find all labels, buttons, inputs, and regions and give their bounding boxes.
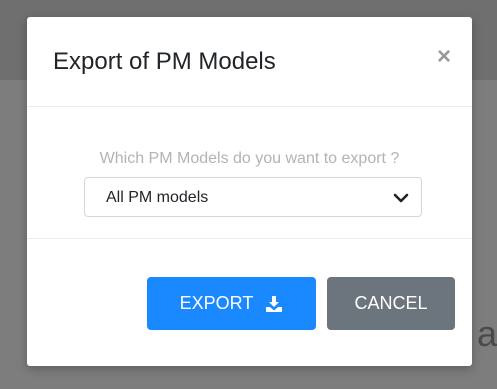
select-value: All PM models bbox=[106, 189, 209, 206]
cancel-button[interactable]: CANCEL bbox=[327, 277, 455, 330]
export-question: Which PM Models do you want to export ? bbox=[99, 150, 400, 167]
export-dialog: Export of PM Models × Which PM Models do… bbox=[27, 17, 472, 366]
close-icon: × bbox=[436, 43, 451, 70]
dialog-title: Export of PM Models bbox=[53, 48, 276, 75]
dialog-footer: EXPORT CANCEL bbox=[27, 239, 472, 366]
download-icon bbox=[266, 295, 283, 312]
pm-models-select[interactable]: All PM models bbox=[84, 177, 422, 217]
backdrop-partial-text: a bbox=[477, 313, 497, 354]
chevron-down-icon bbox=[393, 193, 409, 203]
export-label: EXPORT bbox=[179, 293, 254, 313]
dialog-body: Which PM Models do you want to export ? … bbox=[27, 107, 472, 239]
cancel-label: CANCEL bbox=[354, 293, 428, 313]
close-button[interactable]: × bbox=[432, 43, 456, 70]
export-button[interactable]: EXPORT bbox=[147, 277, 316, 330]
dialog-header: Export of PM Models × bbox=[27, 17, 472, 107]
